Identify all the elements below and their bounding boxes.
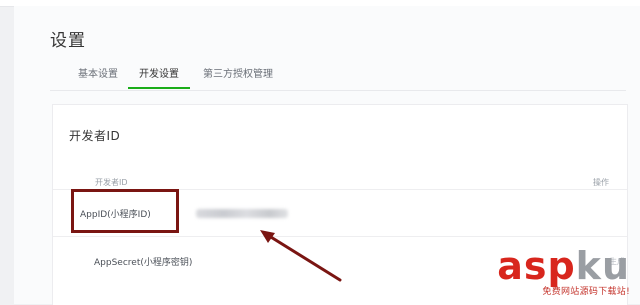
tab-third-party-auth[interactable]: 第三方授权管理: [202, 60, 274, 89]
page-title: 设置: [50, 31, 86, 51]
appid-value-redacted: [196, 209, 288, 218]
appid-highlight-box: [71, 189, 179, 233]
row-divider: [53, 236, 627, 237]
card-title: 开发者ID: [69, 129, 121, 143]
column-header-dev-id: 开发者ID: [95, 178, 128, 187]
watermark-logo: aspku: [497, 244, 630, 288]
tab-basic-settings[interactable]: 基本设置: [76, 60, 120, 89]
tab-bar: 基本设置 开发设置 第三方授权管理: [50, 60, 626, 91]
tab-dev-settings[interactable]: 开发设置: [128, 60, 190, 89]
watermark: aspku 免费网站源码下载站!: [497, 246, 630, 297]
column-header-action: 操作: [593, 178, 609, 187]
appsecret-label: AppSecret(小程序密钥): [94, 258, 193, 268]
